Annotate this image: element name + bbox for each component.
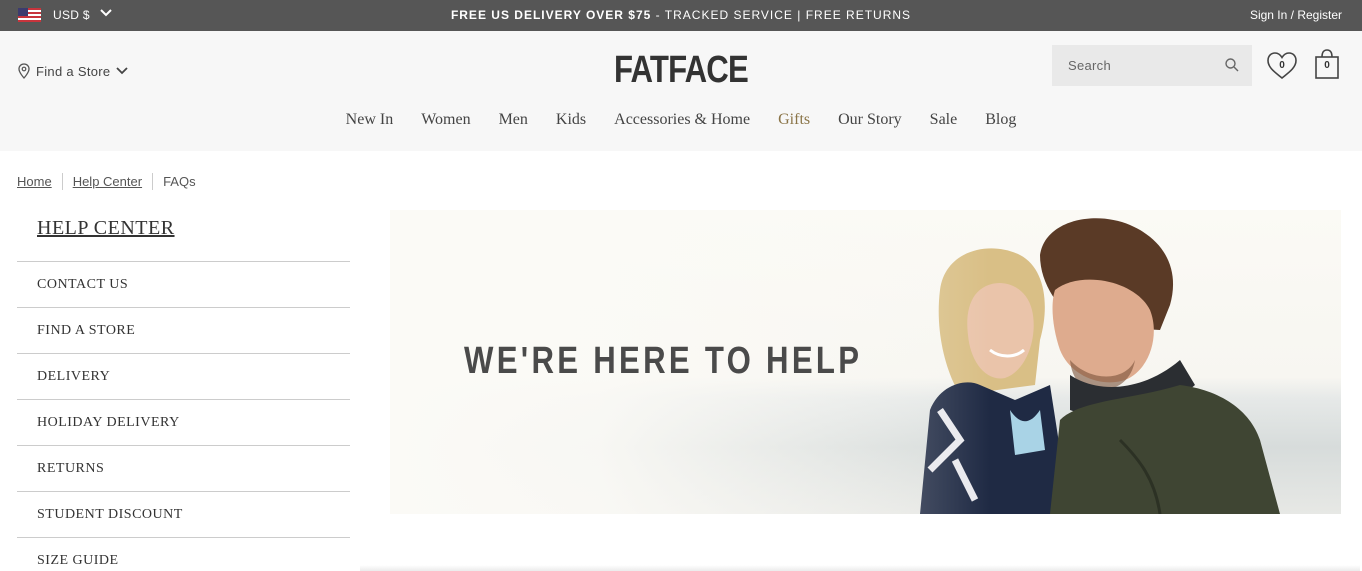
help-sidebar: CONTACT US FIND A STORE DELIVERY HOLIDAY…	[17, 261, 350, 571]
search-input[interactable]	[1052, 45, 1222, 86]
main-navigation: New In Women Men Kids Accessories & Home…	[0, 111, 1362, 129]
utility-bar: USD $ FREE US DELIVERY OVER $75 - TRACKE…	[0, 0, 1362, 31]
help-center-title[interactable]: HELP CENTER	[37, 217, 175, 240]
breadcrumb-current: FAQs	[163, 174, 196, 189]
search-icon[interactable]	[1225, 58, 1239, 72]
search-box	[1052, 45, 1252, 86]
find-store-label: Find a Store	[36, 63, 111, 79]
wishlist-button[interactable]: 0	[1266, 51, 1298, 81]
content-divider-shadow	[360, 565, 1360, 571]
sidebar-item-size-guide[interactable]: SIZE GUIDE	[17, 537, 350, 571]
sidebar-item-holiday-delivery[interactable]: HOLIDAY DELIVERY	[17, 399, 350, 445]
shopping-bag-button[interactable]: 0	[1314, 48, 1340, 80]
breadcrumb-divider	[61, 173, 63, 190]
breadcrumb-help-center[interactable]: Help Center	[73, 174, 142, 189]
site-header: Find a Store FATFACE 0 0 New In Women Me…	[0, 31, 1362, 151]
nav-gifts[interactable]: Gifts	[778, 111, 810, 129]
find-a-store-link[interactable]: Find a Store	[18, 63, 134, 79]
nav-accessories-home[interactable]: Accessories & Home	[614, 111, 750, 129]
sign-in-register-link[interactable]: Sign In / Register	[1250, 8, 1342, 22]
sidebar-item-find-a-store[interactable]: FIND A STORE	[17, 307, 350, 353]
sidebar-item-student-discount[interactable]: STUDENT DISCOUNT	[17, 491, 350, 537]
location-pin-icon	[18, 63, 30, 79]
sidebar-item-delivery[interactable]: DELIVERY	[17, 353, 350, 399]
nav-women[interactable]: Women	[421, 111, 470, 129]
bag-count: 0	[1324, 60, 1330, 71]
breadcrumb-divider	[152, 173, 154, 190]
nav-sale[interactable]: Sale	[930, 111, 958, 129]
nav-our-story[interactable]: Our Story	[838, 111, 902, 129]
breadcrumb: Home Help Center FAQs	[17, 173, 196, 190]
promo-bold-text: FREE US DELIVERY OVER $75	[450, 8, 652, 22]
breadcrumb-home[interactable]: Home	[17, 174, 52, 189]
sidebar-item-contact-us[interactable]: CONTACT US	[17, 261, 350, 307]
nav-blog[interactable]: Blog	[985, 111, 1016, 129]
wishlist-count: 0	[1279, 60, 1285, 71]
hero-banner: WE'RE HERE TO HELP	[390, 210, 1341, 514]
promo-banner[interactable]: FREE US DELIVERY OVER $75 - TRACKED SERV…	[0, 8, 1362, 22]
nav-new-in[interactable]: New In	[346, 111, 394, 129]
sidebar-item-returns[interactable]: RETURNS	[17, 445, 350, 491]
hero-title: WE'RE HERE TO HELP	[464, 340, 863, 382]
nav-kids[interactable]: Kids	[556, 111, 586, 129]
promo-text: - TRACKED SERVICE | FREE RETURNS	[651, 8, 912, 22]
nav-men[interactable]: Men	[499, 111, 528, 129]
